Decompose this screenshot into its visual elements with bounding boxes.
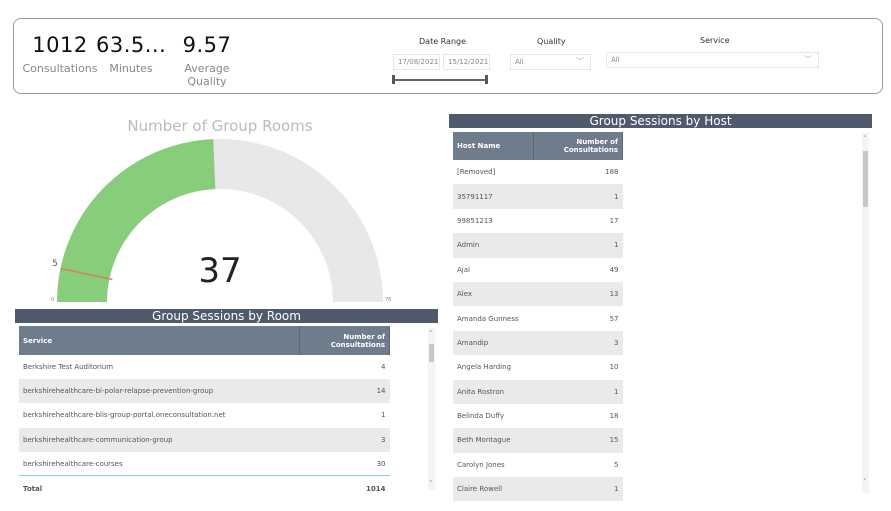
cell-count: 1	[533, 477, 623, 502]
cell-name: Ajai	[457, 265, 470, 274]
table-row[interactable]: 99851213 17	[453, 209, 623, 233]
cell-name: 35791117	[453, 184, 533, 209]
column-header-host-name[interactable]: Host Name	[453, 132, 534, 160]
cell-count: 18	[609, 412, 619, 421]
table-row[interactable]: Berkshire Test Auditorium 4	[19, 355, 390, 379]
cell-count: 1	[381, 411, 386, 420]
cell-name: Claire Rowell	[453, 477, 533, 502]
quality-label: Quality	[537, 37, 566, 46]
table-row[interactable]: Angela Harding 10	[453, 355, 623, 379]
gauge-fill	[57, 139, 216, 302]
gauge-max-label: 76	[385, 297, 391, 303]
cell-name: Carolyn Jones	[457, 460, 505, 469]
date-range-slider[interactable]	[393, 79, 487, 81]
room-table-title: Group Sessions by Room	[15, 309, 438, 323]
service-value: All	[611, 56, 620, 64]
scroll-down-icon[interactable]: ˅	[863, 478, 867, 486]
cell-name: Amanda Gunness	[457, 314, 519, 323]
table-row[interactable]: berkshirehealthcare-bi-polar-relapse-pre…	[19, 379, 390, 404]
cell-count: 15	[533, 428, 623, 453]
cell-count: 30	[376, 459, 386, 468]
cell-count: 5	[614, 460, 619, 469]
cell-name: Amandip	[453, 330, 533, 356]
cell-name: berkshirehealthcare-courses	[23, 459, 123, 468]
column-header-consultations[interactable]: Number of Consultations	[299, 326, 390, 355]
cell-count: 1	[533, 184, 623, 209]
scroll-up-icon[interactable]: ˄	[863, 135, 867, 143]
table-row[interactable]: Belinda Duffy 18	[453, 404, 623, 428]
cell-count: 57	[609, 314, 619, 323]
table-row[interactable]: berkshirehealthcare-communication-group 3	[19, 427, 390, 452]
cell-name: Belinda Duffy	[457, 412, 505, 421]
table-row[interactable]: 35791117 1	[453, 184, 623, 209]
table-row[interactable]: [Removed] 188	[453, 160, 623, 184]
cell-count: 17	[609, 216, 619, 225]
kpi-average-quality: 9.57 Average Quality	[182, 33, 232, 88]
table-row[interactable]: berkshirehealthcare-blis-group-portal.on…	[19, 403, 390, 427]
cell-name: 99851213	[457, 216, 493, 225]
chevron-down-icon: ﹀	[804, 55, 812, 64]
total-label: Total	[23, 484, 43, 493]
cell-name: berkshirehealthcare-bi-polar-relapse-pre…	[19, 379, 300, 404]
table-row[interactable]: Admin 1	[453, 233, 623, 258]
table-row[interactable]: berkshirehealthcare-courses 30	[19, 452, 390, 476]
room-table: Service Number of Consultations Berkshire…	[19, 326, 390, 501]
cell-count: 49	[609, 265, 619, 274]
cell-name: berkshirehealthcare-communication-group	[19, 427, 300, 452]
total-value: 1014	[366, 484, 386, 493]
kpi-minutes: 63.5... Minutes	[96, 33, 167, 75]
table-row[interactable]: Carolyn Jones 5	[453, 453, 623, 477]
column-header-consultations[interactable]: Number of Consultations	[533, 132, 623, 160]
cell-count: 4	[381, 363, 386, 372]
service-dropdown[interactable]: All ﹀	[606, 52, 819, 68]
quality-value: All	[515, 58, 524, 66]
cell-count: 3	[533, 330, 623, 356]
scroll-up-icon[interactable]: ˄	[429, 330, 433, 338]
host-table-scrollbar[interactable]	[862, 133, 869, 493]
cell-count: 188	[605, 168, 619, 177]
cell-count: 1	[533, 379, 623, 404]
host-table: Host Name Number of Consultations [Remove…	[453, 132, 623, 502]
group-rooms-gauge: 37 5 0 76	[51, 139, 391, 303]
table-row[interactable]: Ajai 49	[453, 258, 623, 282]
column-header-service[interactable]: Service	[19, 326, 300, 355]
date-range-label: Date Range	[419, 37, 467, 46]
table-row[interactable]: Anita Rostron 1	[453, 379, 623, 404]
cell-name: Angela Harding	[457, 363, 512, 372]
quality-dropdown[interactable]: All ﹀	[510, 54, 591, 70]
chevron-down-icon: ﹀	[576, 57, 584, 66]
service-label: Service	[700, 36, 730, 45]
host-table-title: Group Sessions by Host	[449, 114, 872, 128]
slider-start-handle[interactable]	[392, 75, 395, 84]
start-date-input[interactable]: 17/08/2021	[393, 54, 440, 70]
cell-count: 13	[533, 281, 623, 307]
scroll-down-icon[interactable]: ˅	[429, 480, 433, 488]
cell-count: 10	[609, 363, 619, 372]
cell-name: berkshirehealthcare-blis-group-portal.on…	[23, 411, 226, 420]
room-table-scrollbar[interactable]	[428, 328, 435, 490]
table-row[interactable]: Amandip 3	[453, 330, 623, 356]
gauge-min-label: 0	[51, 297, 54, 303]
gauge-target-label: 5	[52, 259, 58, 269]
table-row[interactable]: Beth Montague 15	[453, 428, 623, 453]
cell-name: Alex	[453, 281, 533, 307]
cell-name: Admin	[453, 233, 533, 258]
cell-count: 14	[299, 379, 390, 404]
table-row[interactable]: Claire Rowell 1	[453, 477, 623, 502]
cell-count: 3	[299, 427, 390, 452]
end-date-input[interactable]: 15/12/2021	[443, 54, 490, 70]
kpi-consultations: 1012 Consultations	[22, 33, 98, 75]
cell-name: Berkshire Test Auditorium	[23, 363, 114, 372]
gauge-value: 37	[198, 251, 241, 291]
cell-name: [Removed]	[457, 168, 496, 177]
cell-name: Beth Montague	[453, 428, 533, 453]
cell-count: 1	[533, 233, 623, 258]
table-row[interactable]: Amanda Gunness 57	[453, 306, 623, 330]
table-row[interactable]: Alex 13	[453, 281, 623, 307]
slider-end-handle[interactable]	[485, 75, 488, 84]
kpi-filter-panel: 1012 Consultations 63.5... Minutes 9.57 Ave…	[13, 18, 883, 94]
cell-name: Anita Rostron	[453, 379, 533, 404]
